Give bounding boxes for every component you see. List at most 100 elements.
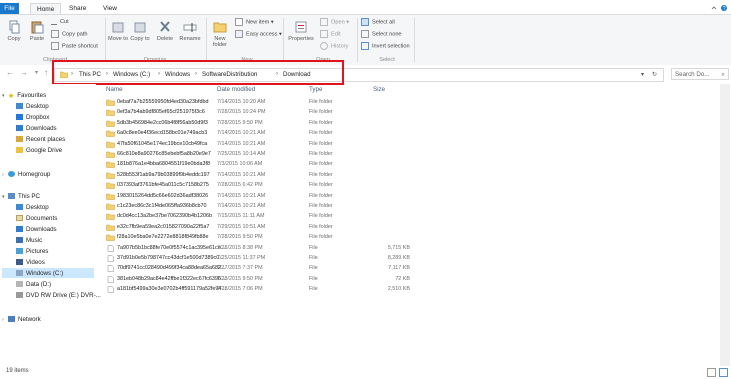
scissors-icon xyxy=(51,18,57,25)
file-type: File folder xyxy=(309,203,333,209)
file-row[interactable]: dc0d4cc13a2be37be7062390b4b1206b 7/15/201… xyxy=(100,211,500,222)
new-folder-button[interactable]: New folder xyxy=(209,20,231,48)
properties-button[interactable]: Properties xyxy=(286,20,316,42)
new-item-icon xyxy=(235,18,243,26)
large-icons-view-button[interactable] xyxy=(719,368,728,377)
nav-pc-videos[interactable]: Videos xyxy=(16,258,45,267)
file-date: 7/14/2015 10:21 AM xyxy=(217,140,266,147)
network-icon xyxy=(8,316,15,322)
file-row[interactable]: 6a0c8ee0e4f36ecd158bc01e749acb3 7/14/2015… xyxy=(100,128,500,139)
nav-pc-downloads[interactable]: Downloads xyxy=(16,225,57,234)
tab-file[interactable]: File xyxy=(0,3,19,14)
file-row[interactable]: 0ebaf7a7b25559950fd4ed30a23bfdbd 7/14/201… xyxy=(100,97,500,108)
nav-network[interactable]: › Network xyxy=(2,315,41,325)
tab-share[interactable]: Share xyxy=(63,3,92,14)
history-dropdown-icon[interactable]: ▾ xyxy=(641,71,644,78)
edit-label: Edit xyxy=(331,31,341,38)
nav-homegroup[interactable]: › Homegroup xyxy=(2,170,50,180)
nav-pc-music[interactable]: Music xyxy=(16,236,42,245)
file-row[interactable]: f28a10e5ba0e7e2272e8818f849fb88e 7/28/201… xyxy=(100,232,500,243)
new-item-button[interactable]: New item ▾ xyxy=(235,18,274,26)
details-view-button[interactable] xyxy=(707,368,716,377)
file-row[interactable]: 7a907b5b1bc88fe70e0f5574c1ac395e61ce... 7… xyxy=(100,243,500,254)
nav-pc-pictures[interactable]: Pictures xyxy=(16,247,48,256)
file-date: 7/14/2015 10:21 AM xyxy=(217,130,266,137)
nav-pc-documents[interactable]: Documents xyxy=(16,214,57,223)
nav-fav-desktop[interactable]: Desktop xyxy=(16,102,49,111)
select-none-button[interactable]: Select none xyxy=(361,30,402,38)
back-arrow-icon[interactable]: ← xyxy=(6,68,14,77)
file-row[interactable]: 0ef3a7b4ab9df805ef65cf251975f3c6 7/28/201… xyxy=(100,107,500,118)
file-row[interactable]: 47fa50f61045e174ec19bce10cb49fca 7/14/201… xyxy=(100,139,500,150)
file-row[interactable]: 037393af3761bfe45a011c5c7158b275 7/28/201… xyxy=(100,180,500,191)
file-row[interactable]: 66c810e8a90276c85ebebf5a8b20e9e7 7/25/201… xyxy=(100,149,500,160)
nav-fav-dropbox[interactable]: Dropbox xyxy=(16,113,49,122)
nav-pc-dvd-drive[interactable]: DVD RW Drive (E:) DVR-... xyxy=(16,291,101,300)
file-type: File folder xyxy=(309,130,333,137)
nav-this-pc[interactable]: ▾ This PC xyxy=(2,192,40,202)
move-to-button[interactable]: Move to xyxy=(108,20,128,42)
recent-dropdown-icon[interactable]: ▾ xyxy=(35,69,38,76)
refresh-icon[interactable]: ↻ xyxy=(652,71,657,78)
nav-pc-windows-c[interactable]: Windows (C:) xyxy=(16,269,63,278)
ribbon-collapse-controls[interactable]: ? xyxy=(709,3,729,13)
vertical-scrollbar[interactable] xyxy=(720,84,730,366)
tab-view[interactable]: View xyxy=(97,3,123,14)
file-row[interactable]: c1c23ec86c3c1f4de065ffa936b8cb70 7/14/201… xyxy=(100,201,500,212)
file-row[interactable]: 181b876a1e4bba6804551f19e0bda3f8 7/3/2015… xyxy=(100,159,500,170)
rename-button[interactable]: Rename xyxy=(178,20,202,42)
file-type: File folder xyxy=(309,99,333,105)
nav-fav-downloads[interactable]: Downloads xyxy=(16,124,57,133)
copy-icon xyxy=(9,20,20,34)
search-placeholder: Search Do... xyxy=(675,71,710,78)
navigation-pane: ▾ ★ Favourites Desktop Dropbox Downloads R… xyxy=(0,84,101,366)
file-name: 528b553f1ab9a79b03899f9b4eddc197 xyxy=(117,171,210,178)
file-name: 037393af3761bfe45a011c5c7158b275 xyxy=(117,182,209,189)
file-row[interactable]: 70df9741cc028490d499f34ca88dea65a682... 7… xyxy=(100,263,500,274)
file-date: 7/14/2015 10:21 AM xyxy=(217,192,266,199)
file-name: 70df9741cc028490d499f34ca88dea65a682... xyxy=(117,265,226,272)
column-header-type[interactable]: Type xyxy=(309,86,322,93)
file-row[interactable]: 37d91b0e5b798747cc43dcf1e500d7389c0... 7/… xyxy=(100,253,500,264)
copy-path-button[interactable]: Copy path xyxy=(51,30,88,38)
up-arrow-icon[interactable]: ↑ xyxy=(44,68,48,77)
easy-access-button[interactable]: Easy access ▾ xyxy=(235,30,282,38)
column-header-size[interactable]: Size xyxy=(373,86,385,93)
nav-fav-google-drive[interactable]: Google Drive xyxy=(16,146,62,155)
svg-text:?: ? xyxy=(723,6,726,12)
file-type: File folder xyxy=(309,192,333,199)
cut-button[interactable]: Cut xyxy=(51,18,69,26)
file-row[interactable]: 528b553f1ab9a79b03899f9b4eddc197 7/14/201… xyxy=(100,170,500,181)
select-all-button[interactable]: Select all xyxy=(361,18,395,26)
delete-button[interactable]: Delete xyxy=(154,20,176,42)
nav-label: Downloads xyxy=(26,125,57,132)
search-input[interactable]: Search Do... ⌕ xyxy=(671,68,729,80)
nav-this-pc-label: This PC xyxy=(18,193,41,200)
chevron-up-icon[interactable]: ? xyxy=(709,3,729,13)
edit-button[interactable]: Edit xyxy=(320,30,341,38)
file-name: 1983015264dd5c66e602d36adf38026 xyxy=(117,192,209,199)
column-header-date-modified[interactable]: Date modified xyxy=(217,86,255,93)
history-button[interactable]: History xyxy=(320,42,348,50)
nav-pc-data-d[interactable]: Data (D:) xyxy=(16,280,51,289)
file-name: 181b876a1e4bba6804551f19e0bda3f8 xyxy=(117,161,210,168)
nav-favourites[interactable]: ▾ ★ Favourites xyxy=(2,91,46,101)
file-row[interactable]: 381eb048b29ac84e42ffbe1f322ec67fc6396...… xyxy=(100,274,500,285)
file-type: File folder xyxy=(309,140,333,147)
nav-pc-desktop[interactable]: Desktop xyxy=(16,203,49,212)
open-button[interactable]: Open ▾ xyxy=(320,18,349,26)
file-list: Name Date modified Type Size 0ebaf7a7b25… xyxy=(100,84,720,366)
copy-button[interactable]: Copy xyxy=(4,20,24,42)
file-row[interactable]: 1983015264dd5c66e602d36adf38026 7/14/2015… xyxy=(100,191,500,202)
file-row[interactable]: 5db3b456984e2cc06b4f8f56ab50d9f3 7/28/201… xyxy=(100,118,500,129)
copy-to-button[interactable]: Copy to xyxy=(130,20,150,42)
paste-button[interactable]: Paste xyxy=(26,20,48,42)
invert-selection-button[interactable]: Invert selection xyxy=(361,42,410,50)
nav-fav-recent-places[interactable]: Recent places xyxy=(16,135,65,144)
column-header-name[interactable]: Name xyxy=(106,86,123,93)
file-row[interactable]: a181bf5499a30e3e0702b4ff591179a52fe94...… xyxy=(100,284,500,295)
file-icon xyxy=(107,265,114,273)
forward-arrow-icon[interactable]: → xyxy=(20,68,28,77)
file-row[interactable]: e32c7fb9ea59ea2c015827090a22f5a7 7/29/201… xyxy=(100,222,500,233)
paste-shortcut-button[interactable]: Paste shortcut xyxy=(51,42,98,50)
